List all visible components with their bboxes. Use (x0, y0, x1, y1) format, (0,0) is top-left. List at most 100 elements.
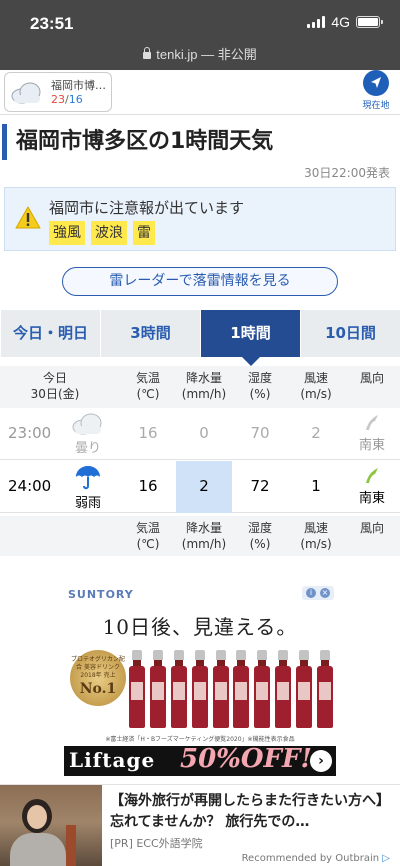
bottle-image (212, 650, 230, 728)
ad-headline: 10日後、見違える。 (102, 615, 298, 639)
location-name: 福岡市博… (51, 79, 106, 92)
bottle-image (191, 650, 209, 728)
ad-banner[interactable]: Liftage 50%OFF! › (64, 744, 336, 776)
warning-alert[interactable]: 福岡市に注意報が出ています 強風 波浪 雷 (4, 187, 396, 251)
table-row: 23:00 曇り 16 0 70 2 南東 (0, 408, 400, 460)
alert-tag: 強風 (49, 221, 85, 245)
table-row: 24:00 弱雨 16 2 72 1 南東 (0, 461, 400, 513)
row-wind-speed: 1 (311, 477, 321, 495)
row-humidity: 72 (250, 477, 270, 495)
outbrain-credit[interactable]: Recommended by Outbrain ▷ (242, 853, 390, 864)
tab-3hour[interactable]: 3時間 (100, 310, 200, 357)
alert-tag: 雷 (133, 221, 155, 245)
wind-arrow-icon (366, 415, 378, 430)
header-temp-unit: (℃) (136, 387, 160, 401)
header-humidity-unit: (%) (249, 387, 271, 401)
tab-1hour[interactable]: 1時間 (200, 310, 300, 366)
table-header: 今日 30日(金) 気温 (℃) 降水量 (mm/h) 湿度 (%) 風速 (m/s) … (0, 366, 400, 408)
title-accent (2, 124, 7, 160)
lightning-radar-button[interactable]: 雷レーダーで落雷情報を見る (62, 267, 338, 296)
row-humidity: 70 (250, 424, 270, 442)
bottle-image (170, 650, 188, 728)
header-humidity-label: 湿度 (247, 371, 272, 385)
header-divider (0, 114, 400, 115)
battery-icon (356, 16, 383, 28)
outbrain-credit-text: Recommended by Outbrain (241, 853, 380, 864)
header-temp: 気温 (℃) (124, 370, 172, 402)
product-bottles (128, 650, 334, 728)
tab-10day[interactable]: 10日間 (300, 310, 400, 357)
ad-brand: SUNTORY (68, 588, 134, 601)
row-wind-speed: 2 (311, 424, 321, 442)
location-arrow-icon (363, 70, 389, 96)
row-precip: 0 (199, 424, 209, 442)
adchoices-icon: ▷ (382, 853, 390, 864)
chevron-right-icon[interactable]: › (310, 750, 332, 772)
url-bar[interactable]: tenki.jp — 非公開 (0, 44, 400, 63)
tab-today-tomorrow[interactable]: 今日・明日 (0, 310, 100, 357)
current-location-label: 現在地 (362, 101, 390, 111)
header-wind-dir: 風向 (350, 370, 394, 386)
header-temp-label: 気温 (135, 371, 160, 385)
header-wind-speed: 風速 (m/s) (292, 370, 340, 402)
recommendation-thumbnail (0, 785, 102, 866)
header-humidity: 湿度 (%) (236, 370, 284, 402)
current-location-button[interactable]: 現在地 (358, 70, 394, 112)
badge-rank: No.1 (79, 681, 117, 697)
table-footer-header: 気温 (℃) 降水量 (mm/h) 湿度 (%) 風速 (m/s) 風向 (0, 516, 400, 556)
footer-precip-label: 降水量 (185, 521, 222, 535)
date-header: 今日 30日(金) (0, 370, 110, 402)
location-temp: 23/16 (51, 93, 83, 106)
advertisement[interactable]: SUNTORY i × 10日後、見違える。 プロテオグリカン配合 美容ドリンク … (64, 586, 336, 776)
issued-time: 30日22:00発表 (304, 166, 390, 180)
header-precip: 降水量 (mm/h) (176, 370, 232, 402)
bottle-image (295, 650, 313, 728)
location-card[interactable]: 福岡市博… 23/16 (4, 72, 112, 112)
ad-fine-print: ※富士経済「H・Bフーズマーケティング便覧2020」※機能性表示食品 (105, 736, 295, 743)
signal-icon (307, 16, 326, 28)
page-title: 福岡市博多区の1時間天気 (16, 129, 274, 154)
footer-humidity: 湿度 (%) (236, 520, 284, 552)
ad-offer: 50%OFF! (180, 744, 312, 774)
status-bar: 23:51 4G tenki.jp — 非公開 (0, 0, 400, 70)
bottle-image (149, 650, 167, 728)
alert-tag: 波浪 (91, 221, 127, 245)
row-weather-label: 弱雨 (74, 496, 101, 511)
row-wind-dir: 南東 (352, 412, 392, 453)
header-precip-unit: (mm/h) (181, 387, 227, 401)
row-wind-dir-label: 南東 (358, 438, 385, 453)
recommendation-title: 【海外旅行が再開したらまた行きたい方へ】忘れてませんか？ 旅行先での… (110, 793, 390, 830)
footer-precip: 降水量 (mm/h) (176, 520, 232, 552)
sponsored-recommendation[interactable]: 【海外旅行が再開したらまた行きたい方へ】忘れてませんか？ 旅行先での… [PR]… (0, 784, 400, 866)
warning-icon (15, 206, 41, 229)
row-wind-dir-label: 南東 (358, 491, 385, 506)
bottle-image (253, 650, 271, 728)
url-text: tenki.jp — 非公開 (156, 47, 257, 62)
badge-text: プロテオグリカン配合 美容ドリンク 2018年 売上 (71, 656, 125, 679)
alert-text: 福岡市に注意報が出ています (49, 199, 245, 217)
temp-high: 23 (51, 93, 65, 106)
footer-humidity-label: 湿度 (247, 521, 272, 535)
footer-temp-unit: (℃) (136, 537, 160, 551)
row-precip: 2 (199, 477, 209, 495)
network-label: 4G (331, 14, 350, 30)
row-weather: 曇り (58, 412, 118, 456)
date-line1: 今日 (42, 371, 67, 385)
row-time: 23:00 (8, 424, 52, 442)
row-temp: 16 (138, 477, 158, 495)
row-weather: 弱雨 (58, 465, 118, 511)
footer-wind-dir-label: 風向 (359, 521, 384, 535)
bottle-image (128, 650, 146, 728)
footer-wind-speed-label: 風速 (303, 521, 328, 535)
header-precip-label: 降水量 (185, 371, 222, 385)
row-temp: 16 (138, 424, 158, 442)
status-time: 23:51 (30, 14, 74, 33)
footer-wind-speed: 風速 (m/s) (292, 520, 340, 552)
recommendation-source: [PR] ECC外語学院 (110, 837, 203, 850)
wind-arrow-icon (366, 468, 378, 483)
footer-wind-dir: 風向 (350, 520, 394, 536)
footer-humidity-unit: (%) (249, 537, 271, 551)
ad-product-name: Liftage (69, 748, 156, 772)
ad-info-icon[interactable]: i × (302, 586, 334, 600)
status-icons: 4G (307, 14, 383, 30)
